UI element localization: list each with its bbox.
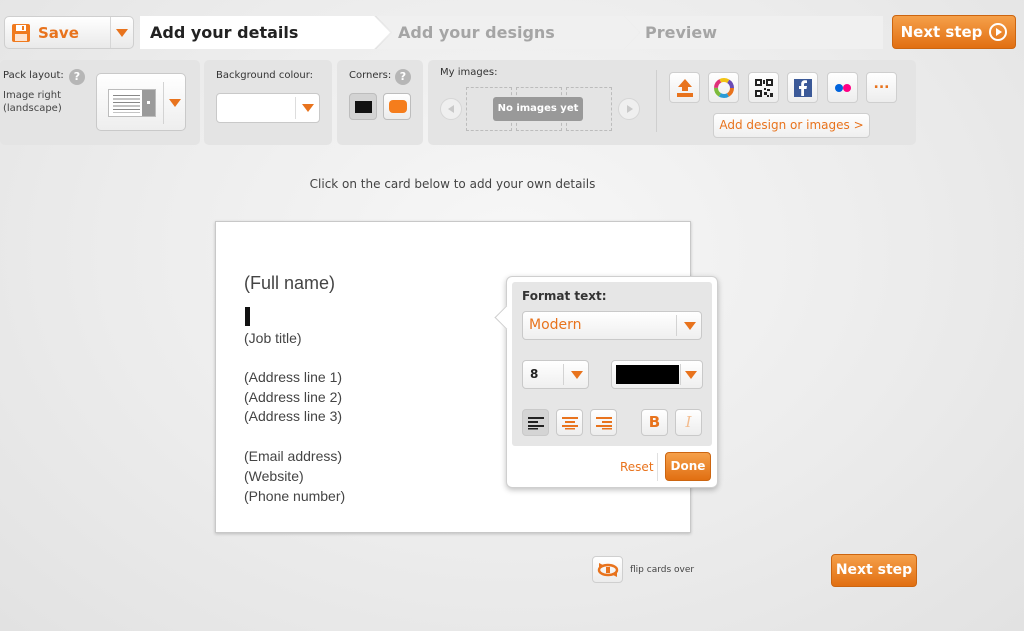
instruction-text: Click on the card below to add your own … <box>309 177 596 191</box>
images-next-button[interactable] <box>618 98 640 120</box>
add-design-button[interactable]: Add design or images > <box>713 113 870 138</box>
next-step-button-bottom[interactable]: Next step <box>831 554 917 587</box>
no-images-badge: No images yet <box>493 97 583 121</box>
chevron-right-icon <box>627 105 633 113</box>
format-text-controls: Format text: Modern 8 B I <box>512 282 712 446</box>
reset-link[interactable]: Reset <box>620 460 654 474</box>
pack-layout-value-line1: Image right <box>3 90 61 101</box>
font-size-value: 8 <box>530 367 539 381</box>
step-progress: Add your details Add your designs Previe… <box>140 16 883 49</box>
color-wheel-icon <box>714 78 734 98</box>
upload-icon <box>677 79 693 97</box>
chevron-down-icon <box>685 371 697 379</box>
play-circle-icon <box>989 23 1008 41</box>
align-center-button[interactable] <box>556 409 583 436</box>
pack-layout-select[interactable] <box>96 73 186 131</box>
pack-layout-value-line2: (landscape) <box>3 103 62 114</box>
save-label: Save <box>38 23 79 42</box>
card-email[interactable]: (Email address) <box>244 448 342 464</box>
text-colour-select[interactable] <box>611 360 703 389</box>
card-address-line-1[interactable]: (Address line 1) <box>244 369 342 385</box>
chevron-down-icon <box>302 104 314 112</box>
done-button[interactable]: Done <box>665 452 711 481</box>
corners-label: Corners: <box>349 70 392 81</box>
chevron-left-icon <box>448 105 454 113</box>
step-add-designs[interactable]: Add your designs <box>376 16 640 49</box>
pack-layout-label: Pack layout: <box>3 70 64 81</box>
save-button[interactable]: Save <box>5 17 111 48</box>
colour-picker-button[interactable] <box>708 72 739 103</box>
align-left-button[interactable] <box>522 409 549 436</box>
rounded-corners-button[interactable] <box>383 93 411 120</box>
card-address-line-3[interactable]: (Address line 3) <box>244 408 342 424</box>
flip-cards-button[interactable] <box>592 556 623 583</box>
flickr-button[interactable] <box>827 72 858 103</box>
layout-thumbnail <box>108 89 156 117</box>
qr-code-icon <box>755 79 773 97</box>
bold-button[interactable]: B <box>641 409 668 436</box>
pack-layout-value: Image right (landscape) <box>3 89 73 115</box>
card-job-title[interactable]: (Job title) <box>244 330 302 346</box>
align-center-icon <box>562 417 578 430</box>
next-step-button-top[interactable]: Next step <box>892 15 1016 49</box>
help-icon[interactable]: ? <box>69 69 85 85</box>
square-corners-button[interactable] <box>349 93 377 120</box>
upload-image-button[interactable] <box>669 72 700 103</box>
step-add-details[interactable]: Add your details <box>140 16 390 49</box>
floppy-disk-icon <box>12 23 30 42</box>
images-prev-button[interactable] <box>440 98 462 120</box>
italic-button[interactable]: I <box>675 409 702 436</box>
save-button-group: Save <box>4 16 134 49</box>
chevron-down-icon <box>684 322 696 330</box>
font-select[interactable]: Modern <box>522 311 702 340</box>
my-images-panel: My images: No images yet ... Add design … <box>428 60 916 145</box>
next-step-label: Next step <box>900 23 983 41</box>
qr-code-button[interactable] <box>748 72 779 103</box>
chevron-down-icon <box>116 28 128 37</box>
step-preview[interactable]: Preview <box>624 16 883 49</box>
font-select-value: Modern <box>529 317 582 333</box>
align-right-button[interactable] <box>590 409 617 436</box>
help-icon[interactable]: ? <box>395 69 411 85</box>
rounded-corner-icon <box>389 100 407 113</box>
background-colour-select[interactable] <box>216 93 320 123</box>
card-address-line-2[interactable]: (Address line 2) <box>244 389 342 405</box>
align-right-icon <box>596 417 612 430</box>
format-text-title: Format text: <box>522 289 607 303</box>
chevron-down-icon <box>169 99 181 107</box>
font-size-select[interactable]: 8 <box>522 360 589 389</box>
card-phone[interactable]: (Phone number) <box>244 488 345 504</box>
corners-panel: Corners: ? <box>337 60 423 145</box>
card-full-name[interactable]: (Full name) <box>244 273 335 294</box>
chevron-down-icon <box>571 371 583 379</box>
text-cursor <box>245 307 250 326</box>
background-colour-panel: Background colour: <box>204 60 332 145</box>
format-text-popover: Format text: Modern 8 B I Reset Done <box>506 276 718 488</box>
top-bar: Save Add your details Add your designs P… <box>0 0 1024 56</box>
my-images-label: My images: <box>440 67 498 78</box>
flip-icon <box>597 563 619 577</box>
card-website[interactable]: (Website) <box>244 468 304 484</box>
facebook-button[interactable] <box>787 72 818 103</box>
more-sources-button[interactable]: ... <box>866 72 897 103</box>
align-left-icon <box>528 417 544 430</box>
square-corner-icon <box>355 101 372 113</box>
flip-cards-label[interactable]: flip cards over <box>630 565 694 575</box>
save-options-dropdown[interactable] <box>111 17 133 48</box>
background-colour-label: Background colour: <box>216 70 313 81</box>
flickr-icon <box>835 84 851 92</box>
pack-layout-panel: Pack layout: ? Image right (landscape) <box>0 60 200 145</box>
colour-swatch <box>616 365 679 384</box>
facebook-icon <box>794 79 812 97</box>
